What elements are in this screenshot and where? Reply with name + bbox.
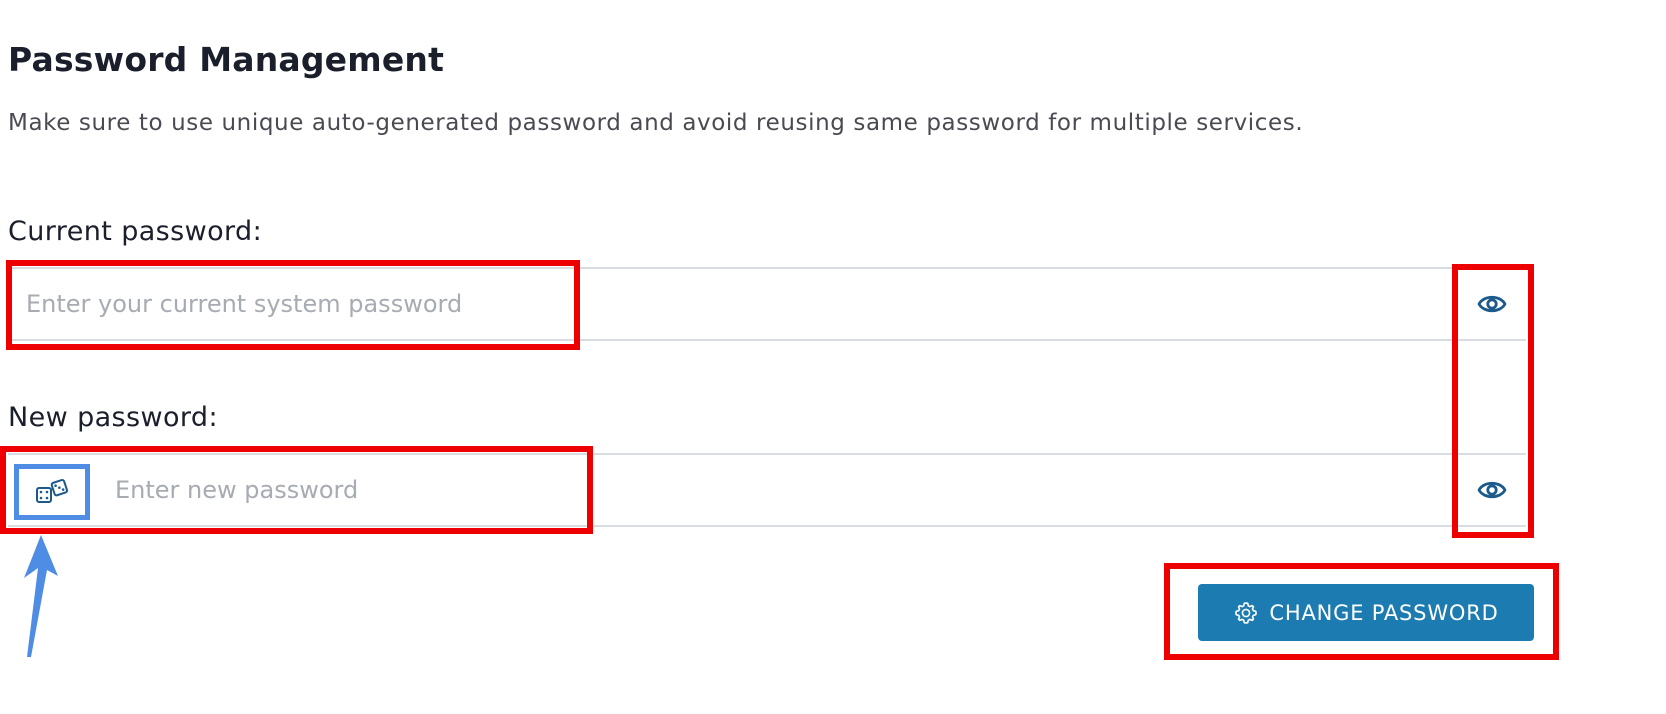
page-title: Password Management: [8, 40, 445, 79]
dice-icon: [36, 479, 69, 503]
page-description: Make sure to use unique auto-generated p…: [8, 110, 1304, 136]
change-password-label: CHANGE PASSWORD: [1269, 600, 1499, 625]
new-password-field: [8, 453, 1526, 527]
eye-icon: [1477, 481, 1507, 499]
current-password-input[interactable]: [26, 269, 1426, 339]
gear-icon: [1235, 601, 1258, 624]
generate-password-button[interactable]: [14, 464, 90, 520]
new-password-label: New password:: [8, 402, 218, 433]
annotation-arrow: [24, 535, 58, 657]
current-password-label: Current password:: [8, 216, 263, 247]
new-password-input[interactable]: [115, 455, 1415, 525]
show-new-password-toggle[interactable]: [1476, 474, 1508, 506]
eye-icon: [1477, 295, 1507, 313]
change-password-button[interactable]: CHANGE PASSWORD: [1198, 584, 1534, 641]
current-password-field: [8, 267, 1526, 341]
show-current-password-toggle[interactable]: [1476, 288, 1508, 320]
